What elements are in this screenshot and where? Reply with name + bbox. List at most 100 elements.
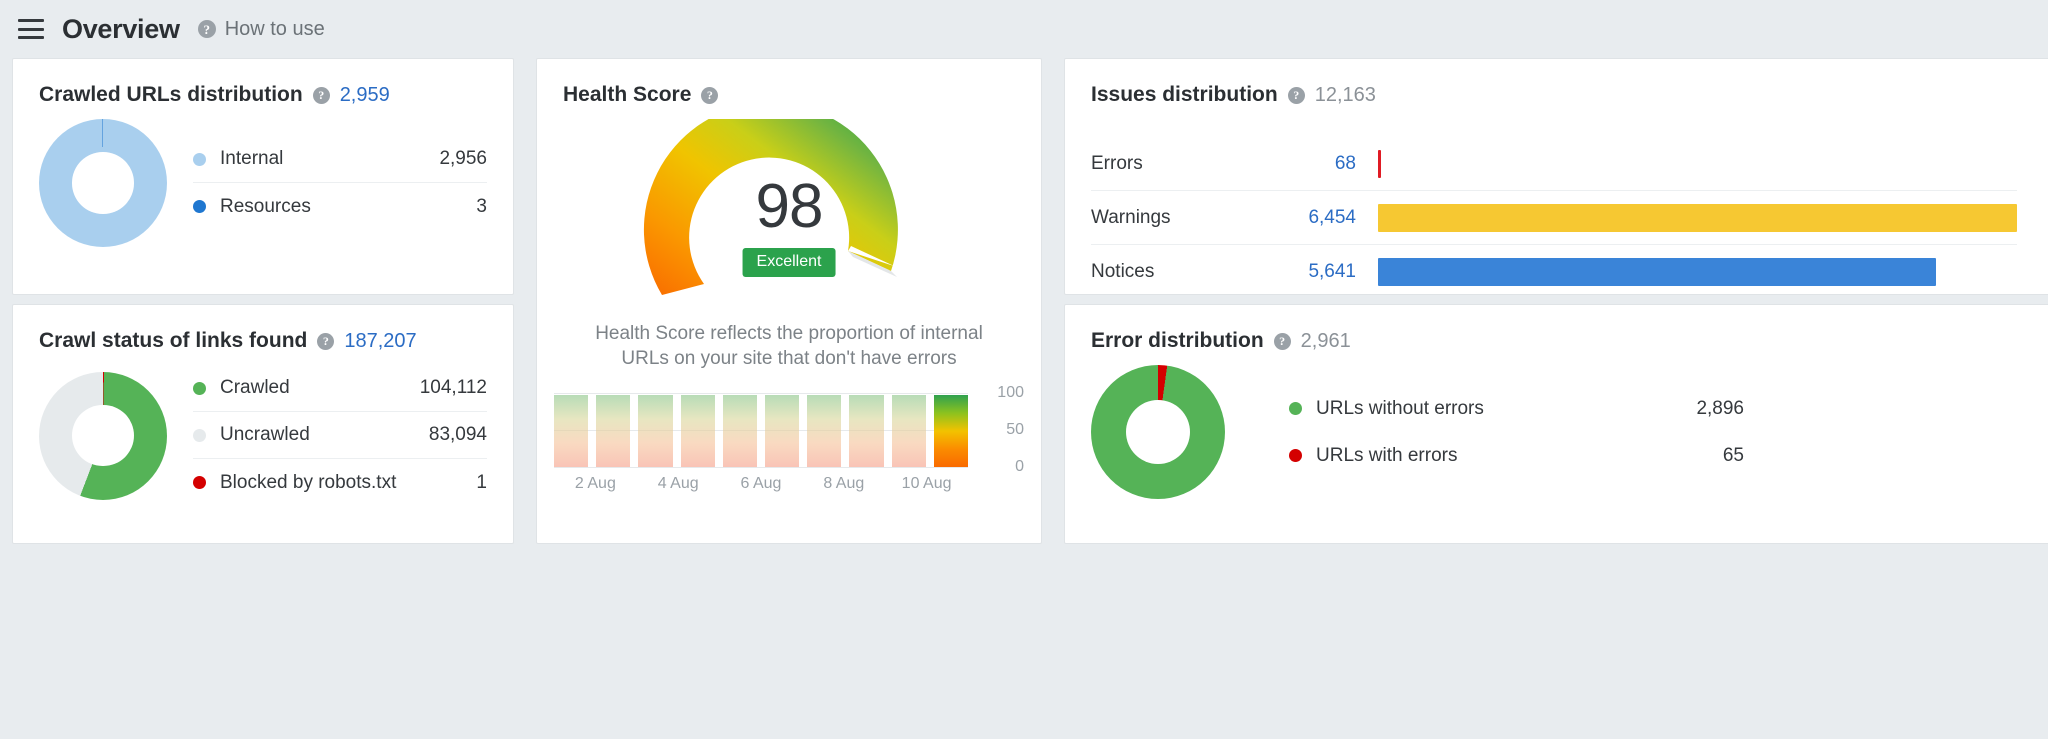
dashboard-grid: Crawled URLs distribution ? 2,959 Intern… [12, 58, 2048, 733]
bar[interactable] [765, 395, 800, 468]
legend-list: URLs without errors 2,896 URLs with erro… [1289, 385, 1744, 479]
legend-label: Crawled [220, 377, 290, 398]
issue-bar[interactable] [1378, 258, 1937, 286]
issue-label: Errors [1091, 152, 1143, 174]
issue-bar[interactable] [1378, 203, 2017, 232]
legend-item[interactable]: Blocked by robots.txt 1 [193, 459, 487, 506]
legend-value: 2,956 [439, 148, 487, 169]
error-distribution-donut-chart[interactable] [1091, 365, 1225, 499]
health-score-history-chart[interactable]: 100 50 0 2 Aug 4 Aug 6 Aug 8 Aug 10 Aug [554, 384, 1024, 493]
card-health-score: Health Score ? 98 Excellent Health Score… [536, 58, 1042, 544]
legend-color-dot [193, 152, 206, 166]
card-title: Crawl status of links found [39, 329, 308, 352]
card-total-value[interactable]: 187,207 [344, 330, 416, 353]
issue-label: Notices [1091, 261, 1155, 282]
card-total-value: 2,961 [1300, 329, 1351, 352]
x-axis-tick: 6 Aug [740, 475, 782, 493]
legend-value: 1 [476, 471, 487, 493]
legend-item[interactable]: Crawled 104,112 [193, 365, 487, 412]
gridline [554, 467, 968, 469]
question-mark-icon[interactable]: ? [312, 86, 330, 104]
y-axis-tick-0: 0 [1015, 458, 1024, 476]
issues-bar-list: Errors 68 Warnings 6,454 Notices 5,641 [1065, 107, 2048, 294]
legend-value: 104,112 [419, 377, 487, 398]
y-axis-tick-100: 100 [997, 384, 1024, 402]
legend-value: 3 [476, 195, 487, 217]
bar[interactable] [807, 395, 842, 468]
bar[interactable] [638, 395, 673, 468]
question-mark-icon[interactable]: ? [1273, 332, 1291, 350]
legend-item[interactable]: Internal 2,956 [193, 136, 487, 183]
bar[interactable] [680, 395, 715, 468]
issue-bar-track [1378, 258, 2017, 286]
card-header: Crawl status of links found ? 187,207 [13, 305, 513, 353]
x-axis-tick: 8 Aug [823, 475, 865, 493]
health-score-value: 98 [755, 172, 824, 241]
issue-row-notices[interactable]: Notices 5,641 [1091, 245, 2017, 294]
legend-item[interactable]: URLs without errors 2,896 [1289, 385, 1744, 432]
legend-list: Crawled 104,112 Uncrawled 83,094 Blocked… [193, 365, 487, 506]
issue-row-warnings[interactable]: Warnings 6,454 [1091, 191, 2017, 245]
bar[interactable] [722, 395, 758, 468]
legend-label: URLs without errors [1316, 397, 1484, 419]
card-crawled-urls-distribution: Crawled URLs distribution ? 2,959 Intern… [12, 58, 514, 295]
crawl-status-donut-chart[interactable] [39, 371, 167, 500]
bar[interactable] [596, 395, 631, 468]
legend-item[interactable]: URLs with errors 65 [1289, 432, 1744, 479]
legend-item[interactable]: Resources 3 [193, 183, 487, 230]
legend-label: URLs with errors [1316, 444, 1458, 466]
card-title: Error distribution [1091, 329, 1264, 352]
page-title: Overview [62, 13, 180, 44]
card-title: Crawled URLs distribution [39, 83, 303, 106]
issue-value[interactable]: 68 [1266, 153, 1356, 175]
legend-color-dot [193, 381, 206, 395]
how-to-use-link[interactable]: ? How to use [197, 17, 325, 41]
card-issues-distribution: Issues distribution ? 12,163 Errors 68 W… [1064, 58, 2048, 295]
question-mark-icon[interactable]: ? [701, 86, 719, 104]
issue-value[interactable]: 6,454 [1266, 207, 1356, 229]
card-header: Crawled URLs distribution ? 2,959 [13, 59, 513, 107]
x-axis-tick: 2 Aug [574, 475, 616, 493]
card-total-value: 12,163 [1314, 83, 1376, 106]
legend-value: 65 [1722, 444, 1744, 466]
donut-and-legend: Crawled 104,112 Uncrawled 83,094 Blocked… [13, 353, 513, 506]
legend-color-dot [1289, 402, 1302, 415]
legend-item[interactable]: Uncrawled 83,094 [193, 412, 487, 459]
card-crawl-status-of-links-found: Crawl status of links found ? 187,207 Cr… [12, 304, 514, 544]
legend-list: Internal 2,956 Resources 3 [193, 136, 487, 230]
bar-latest[interactable] [933, 395, 969, 468]
x-axis-labels: 2 Aug 4 Aug 6 Aug 8 Aug 10 Aug [554, 475, 968, 493]
card-header: Issues distribution ? 12,163 [1065, 59, 2048, 107]
card-header: Health Score ? [537, 59, 1041, 107]
legend-label: Internal [220, 148, 284, 169]
legend-color-dot [193, 200, 206, 213]
issue-bar[interactable] [1378, 149, 1382, 178]
card-total-value[interactable]: 2,959 [340, 84, 390, 107]
how-to-use-label: How to use [224, 17, 325, 40]
legend-value: 2,896 [1696, 397, 1744, 419]
page-header: Overview ? How to use [0, 0, 2048, 58]
health-score-caption: Health Score reflects the proportion of … [595, 323, 983, 370]
question-mark-icon[interactable]: ? [317, 332, 335, 350]
card-error-distribution: Error distribution ? 2,961 URLs without … [1064, 304, 2048, 544]
site-audit-overview-page: Overview ? How to use Crawled URLs distr… [0, 0, 2048, 739]
health-score-body: 98 Excellent Health Score reflects the p… [537, 102, 1041, 493]
legend-color-dot [193, 428, 206, 442]
bar[interactable] [849, 395, 884, 468]
x-axis-tick: 4 Aug [657, 475, 699, 493]
legend-label: Blocked by robots.txt [220, 471, 397, 493]
legend-label: Uncrawled [220, 424, 310, 445]
y-axis-tick-50: 50 [1006, 421, 1024, 439]
bar[interactable] [891, 395, 926, 468]
x-axis-tick: 10 Aug [901, 475, 952, 493]
issue-value[interactable]: 5,641 [1266, 261, 1356, 283]
issue-row-errors[interactable]: Errors 68 [1091, 137, 2017, 191]
hamburger-menu-icon[interactable] [18, 19, 44, 39]
health-score-gauge: 98 Excellent [639, 102, 939, 304]
bar[interactable] [554, 395, 589, 468]
question-mark-icon: ? [197, 20, 216, 38]
issue-bar-track [1378, 203, 2017, 232]
issue-label: Warnings [1091, 206, 1171, 228]
question-mark-icon[interactable]: ? [1287, 86, 1305, 104]
crawled-urls-donut-chart[interactable] [39, 119, 167, 247]
